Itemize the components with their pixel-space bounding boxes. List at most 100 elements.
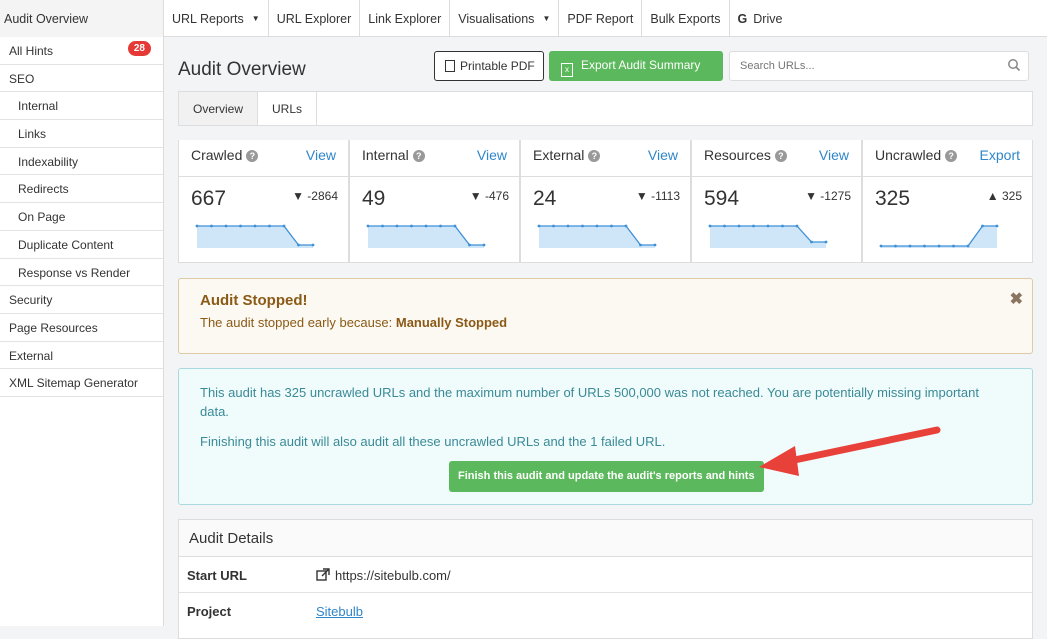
card-value: 667 xyxy=(191,187,227,210)
menu-drive[interactable]: G Drive xyxy=(730,0,791,37)
sidebar-item-label: On Page xyxy=(18,210,66,225)
sidebar-item-duplicate-content[interactable]: Duplicate Content xyxy=(0,231,163,259)
sidebar-item-security[interactable]: Security xyxy=(0,286,163,314)
sidebar-item-label: All Hints xyxy=(9,44,54,58)
card-link[interactable]: View xyxy=(648,147,678,163)
sidebar-item-label: SEO xyxy=(9,71,35,86)
menu-visualisations-label: Visualisations xyxy=(458,12,535,26)
external-link-icon[interactable] xyxy=(316,568,330,582)
search-urls-input[interactable] xyxy=(729,51,1029,81)
card-value: 594 xyxy=(704,187,740,210)
menu-bulk-exports-label: Bulk Exports xyxy=(650,12,721,26)
sparkline-point xyxy=(610,224,613,228)
card-link[interactable]: View xyxy=(819,147,849,163)
sidebar-item-redirects[interactable]: Redirects xyxy=(0,175,163,204)
stop-reason: Manually Stopped xyxy=(395,315,508,330)
sidebar-item-indexability[interactable]: Indexability xyxy=(0,148,163,176)
sparkline-point xyxy=(453,224,457,228)
sidebar: All Hints 28 SEO Internal Links Indexabil… xyxy=(0,37,164,626)
sparkline-point xyxy=(937,244,941,248)
sidebar-item-internal[interactable]: Internal xyxy=(0,92,163,121)
menu-visualisations[interactable]: Visualisations ▼ xyxy=(450,0,560,37)
sidebar-item-label: Security xyxy=(9,293,53,308)
tab-urls[interactable]: URLs xyxy=(258,92,318,125)
hints-count-badge: 28 xyxy=(127,41,151,56)
sidebar-item-xml-sitemap-generator[interactable]: XML Sitemap Generator xyxy=(0,369,163,397)
sparkline-point xyxy=(966,244,970,248)
sparkline-area xyxy=(539,226,655,248)
card-link[interactable]: View xyxy=(477,147,507,163)
sparkline-point xyxy=(439,224,442,228)
sidebar-item-label: Indexability xyxy=(18,154,79,169)
card-value: 325 xyxy=(875,187,911,210)
sparkline-point xyxy=(210,224,213,228)
sparkline-point xyxy=(923,244,926,248)
menu-url-reports[interactable]: URL Reports ▼ xyxy=(164,0,269,37)
menu-link-explorer[interactable]: Link Explorer xyxy=(360,0,451,37)
sparkline-point xyxy=(879,244,883,248)
export-audit-summary-button[interactable]: x Export Audit Summary xyxy=(549,51,723,81)
metric-card-resources: Resources? View 594 ▼ -1275 xyxy=(691,140,862,263)
card-header: Uncrawled? Export xyxy=(863,140,1032,177)
help-icon[interactable]: ? xyxy=(588,150,601,162)
help-icon[interactable]: ? xyxy=(774,150,787,162)
search-icon[interactable] xyxy=(1007,58,1021,72)
tab-overview[interactable]: Overview xyxy=(179,92,259,125)
sidebar-item-page-resources[interactable]: Page Resources xyxy=(0,314,163,342)
menu-pdf-report-label: PDF Report xyxy=(567,12,634,26)
sidebar-item-label: Links xyxy=(18,127,47,142)
sidebar-item-external[interactable]: External xyxy=(0,342,163,370)
help-icon[interactable]: ? xyxy=(945,150,958,162)
menu-url-explorer[interactable]: URL Explorer xyxy=(269,0,361,37)
sparkline-chart xyxy=(366,224,486,248)
card-delta: ▼ -1275 xyxy=(805,189,851,203)
annotation-arrow-icon xyxy=(759,426,941,476)
sparkline-area xyxy=(710,226,826,248)
sidebar-item-label: Duplicate Content xyxy=(18,237,114,252)
detail-row-start-url: Start URL https://sitebulb.com/ xyxy=(179,557,1032,593)
caret-down-icon: ▼ xyxy=(542,14,551,23)
card-link[interactable]: Export xyxy=(980,147,1020,163)
project-link[interactable]: Sitebulb xyxy=(316,604,363,619)
top-bar: Audit Overview URL Reports ▼ URL Explorer… xyxy=(0,0,1047,37)
sidebar-item-links[interactable]: Links xyxy=(0,120,163,148)
metric-card-uncrawled: Uncrawled? Export 325 ▲ 325 xyxy=(862,140,1033,263)
info-line-finishing: Finishing this audit will also audit all… xyxy=(200,434,666,449)
card-title: Resources xyxy=(704,147,771,163)
card-title: Crawled xyxy=(191,147,243,163)
close-icon[interactable]: ✖ xyxy=(1010,289,1023,309)
sparkline-point xyxy=(908,244,912,248)
sparkline-point xyxy=(395,224,399,228)
details-title: Audit Details xyxy=(179,520,1032,557)
sparkline-point xyxy=(981,224,984,228)
printable-pdf-button[interactable]: Printable PDF xyxy=(434,51,544,81)
sparkline-point xyxy=(781,224,784,228)
main-tabs: Overview URLs xyxy=(178,91,1033,126)
card-delta: ▼ -476 xyxy=(470,189,509,203)
sparkline-point xyxy=(552,224,555,228)
help-icon[interactable]: ? xyxy=(246,150,259,162)
detail-row-project: Project Sitebulb xyxy=(179,593,1032,629)
card-header: Crawled? View xyxy=(179,140,348,177)
menu-pdf-report[interactable]: PDF Report xyxy=(559,0,643,37)
finish-audit-button[interactable]: Finish this audit and update the audit's… xyxy=(449,461,764,492)
card-link[interactable]: View xyxy=(306,147,336,163)
sparkline-point xyxy=(894,244,897,248)
menu-bulk-exports[interactable]: Bulk Exports xyxy=(642,0,730,37)
card-value: 49 xyxy=(362,187,386,210)
info-line-uncrawled: This audit has 325 uncrawled URLs and th… xyxy=(200,385,979,419)
sidebar-item-all-hints[interactable]: All Hints 28 xyxy=(0,37,163,65)
sparkline-chart xyxy=(879,224,999,248)
document-icon xyxy=(445,60,455,72)
sidebar-item-response-vs-render[interactable]: Response vs Render xyxy=(0,259,163,287)
detail-value: Sitebulb xyxy=(316,604,363,619)
menu-link-explorer-label: Link Explorer xyxy=(368,12,442,26)
sparkline-point xyxy=(737,224,741,228)
sidebar-item-on-page[interactable]: On Page xyxy=(0,203,163,231)
app-section-title: Audit Overview xyxy=(0,0,164,37)
card-title: Internal xyxy=(362,147,409,163)
help-icon[interactable]: ? xyxy=(412,150,425,162)
triangle-down-icon: ▼ xyxy=(469,189,482,203)
sparkline-point xyxy=(723,224,726,228)
sidebar-item-seo[interactable]: SEO xyxy=(0,65,163,93)
